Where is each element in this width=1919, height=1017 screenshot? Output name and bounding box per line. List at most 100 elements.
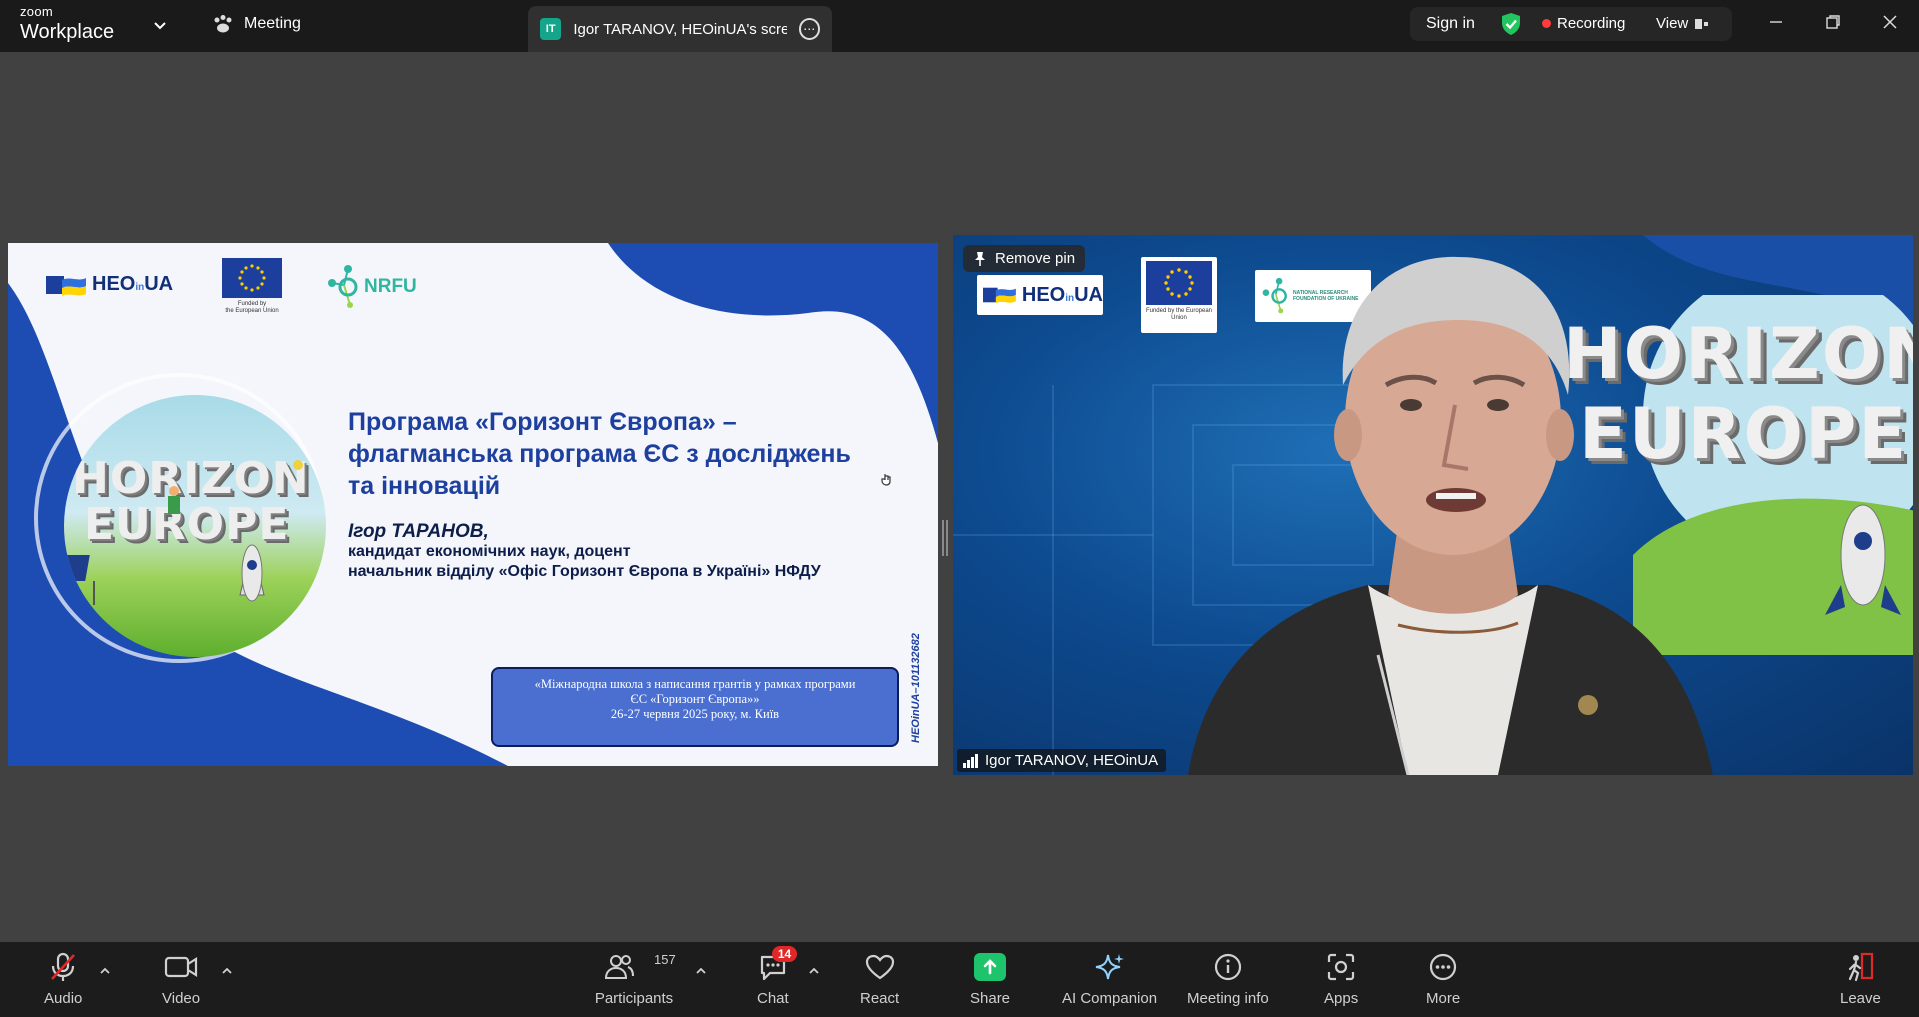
nrfu-text: NRFU bbox=[364, 276, 417, 297]
ai-companion-button[interactable]: AI Companion bbox=[1062, 950, 1157, 1007]
presenter-silhouette bbox=[1188, 256, 1713, 775]
share-button[interactable]: Share bbox=[970, 950, 1010, 1007]
nrfu-molecule-icon bbox=[328, 265, 358, 308]
audio-button[interactable]: Audio bbox=[44, 950, 82, 1007]
signal-strength-icon bbox=[963, 753, 978, 768]
pin-icon bbox=[975, 251, 985, 266]
video-camera-icon bbox=[164, 950, 198, 984]
react-button[interactable]: React bbox=[860, 950, 899, 1007]
school-line-3: 26-27 червня 2025 року, м. Київ bbox=[610, 707, 780, 721]
video-heo-text: HEO bbox=[1021, 283, 1066, 306]
heo-text: HEO bbox=[92, 273, 136, 295]
top-bar: zoom Workplace Meeting IT Igor TARANOV, … bbox=[0, 0, 1919, 52]
slide-degree: кандидат економічних наук, доцент bbox=[348, 543, 631, 560]
participants-button[interactable]: 157 Participants bbox=[594, 950, 676, 1007]
tab-meeting[interactable]: Meeting bbox=[212, 14, 301, 34]
status-group: Sign in Recording View bbox=[1410, 7, 1732, 41]
recording-dot-icon bbox=[1542, 19, 1551, 28]
more-button[interactable]: More bbox=[1426, 950, 1460, 1007]
remove-pin-button[interactable]: Remove pin bbox=[963, 245, 1086, 272]
apps-grid-icon bbox=[1326, 950, 1356, 984]
more-label: More bbox=[1426, 990, 1461, 1007]
school-line-1: «Міжнародна школа з написання грантів у … bbox=[534, 677, 856, 691]
more-options-icon[interactable]: ⋯ bbox=[798, 18, 821, 40]
apps-label: Apps bbox=[1324, 990, 1359, 1007]
chat-options-chevron-icon[interactable] bbox=[807, 964, 821, 978]
minimize-button[interactable] bbox=[1761, 10, 1791, 34]
slide-author: Ігор ТАРАНОВ, bbox=[348, 521, 489, 542]
chat-unread-badge: 14 bbox=[771, 946, 798, 962]
remove-pin-label: Remove pin bbox=[995, 250, 1076, 267]
tab-shared-screen[interactable]: IT Igor TARANOV, HEOinUA's screen ⋯ bbox=[528, 6, 832, 52]
info-icon bbox=[1213, 950, 1243, 984]
shared-screen-slide[interactable]: HEOinUA Funded by the European Union NRFU… bbox=[8, 243, 938, 766]
leave-label: Leave bbox=[1840, 990, 1881, 1007]
more-dots-icon bbox=[1428, 950, 1458, 984]
heart-icon bbox=[864, 950, 896, 984]
pane-resize-handle[interactable] bbox=[942, 520, 948, 556]
participants-options-chevron-icon[interactable] bbox=[694, 964, 708, 978]
school-line-2: ЄС «Горизонт Європа»» bbox=[630, 692, 760, 706]
close-button[interactable] bbox=[1875, 10, 1905, 34]
meeting-toolbar: Audio Video 157 Participants 14 Chat Rea… bbox=[0, 942, 1919, 1017]
video-button[interactable]: Video bbox=[162, 950, 200, 1007]
chat-label: Chat bbox=[757, 990, 789, 1007]
heo-ua-text: UA bbox=[144, 273, 174, 295]
audio-label: Audio bbox=[44, 990, 83, 1007]
participants-label: Participants bbox=[594, 990, 674, 1007]
meeting-info-label: Meeting info bbox=[1187, 990, 1269, 1007]
participants-icon: 157 bbox=[594, 950, 676, 984]
view-button[interactable]: View bbox=[1656, 15, 1710, 32]
audio-options-chevron-icon[interactable] bbox=[98, 964, 112, 978]
horizon-scene-icon bbox=[64, 460, 303, 605]
video-heo-ua-text: UA bbox=[1074, 283, 1103, 306]
chevron-down-icon[interactable] bbox=[150, 16, 170, 36]
shield-check-icon[interactable] bbox=[1500, 12, 1522, 41]
eu-caption-1: Funded by bbox=[237, 301, 267, 307]
sparkle-icon bbox=[1094, 950, 1126, 984]
brand-large: Workplace bbox=[20, 21, 115, 43]
eu-ua-flag-icon bbox=[983, 287, 1016, 304]
sign-in-link[interactable]: Sign in bbox=[1426, 15, 1475, 33]
share-label: Share bbox=[970, 990, 1011, 1007]
video-options-chevron-icon[interactable] bbox=[220, 964, 234, 978]
microphone-muted-icon bbox=[47, 950, 79, 984]
eu-flag-icon bbox=[222, 258, 282, 298]
horizon-europe-illustration: HORIZON EUROPE bbox=[64, 395, 326, 657]
meeting-info-button[interactable]: Meeting info bbox=[1187, 950, 1269, 1007]
eu-ua-flag-icon bbox=[46, 275, 86, 296]
leave-button[interactable]: Leave bbox=[1840, 950, 1881, 1007]
recording-indicator[interactable]: Recording bbox=[1542, 15, 1625, 32]
leave-door-icon bbox=[1844, 950, 1876, 984]
video-heoinua-logo: HEOinUA bbox=[977, 275, 1103, 315]
participant-name-tag: Igor TARANOV, HEOinUA bbox=[957, 749, 1167, 772]
hand-cursor-icon bbox=[880, 472, 894, 491]
slide-position: начальник відділу «Офіс Горизонт Європа … bbox=[348, 563, 821, 580]
chat-button[interactable]: 14 Chat bbox=[757, 946, 798, 1007]
view-label: View bbox=[1656, 15, 1689, 32]
project-id: HEOinUA–101132682 bbox=[910, 633, 922, 743]
apps-button[interactable]: Apps bbox=[1324, 950, 1358, 1007]
participant-name: Igor TARANOV, HEOinUA bbox=[985, 752, 1159, 769]
zoom-workplace-logo: zoom Workplace bbox=[20, 4, 114, 42]
heo-in-text: in bbox=[135, 282, 145, 293]
participants-count: 157 bbox=[654, 952, 676, 967]
participant-video[interactable]: Remove pin HEOinUA Funded by the Europea… bbox=[953, 235, 1913, 775]
react-label: React bbox=[860, 990, 900, 1007]
participant-avatar: IT bbox=[540, 18, 562, 40]
restore-button[interactable] bbox=[1818, 10, 1848, 34]
video-label: Video bbox=[162, 990, 201, 1007]
tab-meeting-label: Meeting bbox=[244, 15, 301, 32]
paw-icon bbox=[214, 15, 232, 33]
shared-screen-title: Igor TARANOV, HEOinUA's screen bbox=[573, 20, 787, 38]
chat-bubble-icon: 14 bbox=[758, 946, 798, 984]
school-info-box: «Міжнародна школа з написання грантів у … bbox=[491, 667, 899, 747]
eu-funded-logo: Funded by the European Union bbox=[220, 258, 284, 314]
slide-title: Програма «Горизонт Європа» – флагманська… bbox=[348, 408, 851, 500]
ai-companion-label: AI Companion bbox=[1062, 990, 1158, 1007]
recording-label: Recording bbox=[1557, 15, 1626, 32]
brand-small: zoom bbox=[20, 4, 53, 19]
heoinua-logo: HEOinUA bbox=[46, 273, 173, 296]
view-layout-icon bbox=[1695, 18, 1709, 29]
share-screen-icon bbox=[974, 950, 1007, 984]
